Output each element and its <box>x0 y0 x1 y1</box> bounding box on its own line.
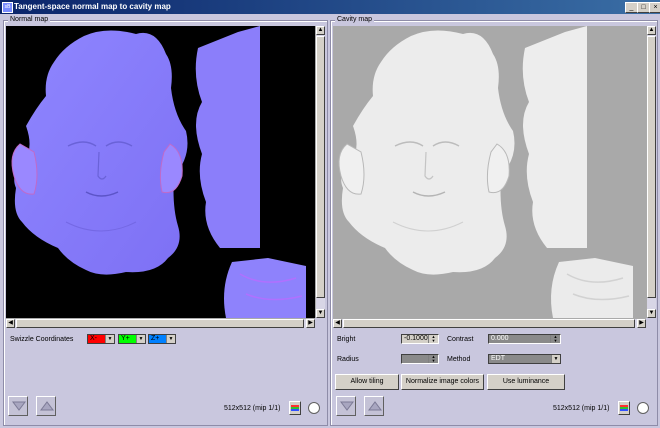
channels-button[interactable] <box>618 401 630 415</box>
spin-arrows-icon[interactable]: ▲ ▼ <box>550 335 560 343</box>
spin-arrows-icon[interactable]: ▲ ▼ <box>428 355 438 363</box>
chevron-down-icon: ▼ <box>105 335 114 343</box>
vscroll-thumb[interactable] <box>647 36 656 298</box>
up-button[interactable] <box>36 396 56 416</box>
use-luminance-button[interactable]: Use luminance <box>487 374 565 390</box>
window-title: Tangent-space normal map to cavity map <box>14 2 171 11</box>
down-arrow-icon <box>12 401 26 411</box>
bright-spinner[interactable]: -0.1000 ▲ ▼ <box>401 334 439 344</box>
swizzle-x-value: X- <box>90 335 97 342</box>
cavity-map-status: 512x512 (mip 1/1) <box>553 405 610 412</box>
normal-map-view[interactable] <box>6 26 315 318</box>
normal-map-vscroll[interactable]: ▲ ▼ <box>315 26 325 318</box>
contrast-spinner[interactable]: 0.000 ▲ ▼ <box>488 334 561 344</box>
scroll-left-icon[interactable]: ◀ <box>333 319 342 328</box>
scroll-right-icon[interactable]: ▶ <box>637 319 646 328</box>
color-bars-icon <box>291 405 299 411</box>
hscroll-thumb[interactable] <box>343 319 635 328</box>
radius-label: Radius <box>337 356 359 363</box>
chevron-down-icon: ▼ <box>551 355 560 363</box>
contrast-value: 0.000 <box>491 335 509 342</box>
cavity-map-view[interactable] <box>333 26 646 318</box>
scroll-right-icon[interactable]: ▶ <box>306 319 315 328</box>
bright-label: Bright <box>337 336 356 343</box>
swizzle-y-select[interactable]: Y+ ▼ <box>118 334 146 344</box>
bright-value: -0.1000 <box>404 335 428 342</box>
allow-tiling-button[interactable]: Allow tiling <box>335 374 399 390</box>
scroll-left-icon[interactable]: ◀ <box>6 319 15 328</box>
radius-spinner[interactable]: ▲ ▼ <box>401 354 439 364</box>
down-arrow-icon <box>340 401 354 411</box>
hscroll-thumb[interactable] <box>16 319 304 328</box>
swizzle-label: Swizzle Coordinates <box>10 336 74 343</box>
circle-icon[interactable] <box>308 402 320 414</box>
method-value: EDT <box>491 355 505 362</box>
title-bar: sB Tangent-space normal map to cavity ma… <box>0 0 660 14</box>
chevron-down-icon: ▼ <box>136 335 145 343</box>
up-arrow-icon <box>368 401 382 411</box>
normal-map-label: Normal map <box>8 16 51 23</box>
scroll-up-icon[interactable]: ▲ <box>316 26 325 35</box>
normal-map-hscroll[interactable]: ◀ ▶ <box>6 318 315 328</box>
scroll-down-icon[interactable]: ▼ <box>316 309 325 318</box>
normal-map-status: 512x512 (mip 1/1) <box>224 405 281 412</box>
up-button[interactable] <box>364 396 384 416</box>
scroll-down-icon[interactable]: ▼ <box>647 309 656 318</box>
normalize-colors-button[interactable]: Normalize image colors <box>401 374 484 390</box>
swizzle-x-select[interactable]: X- ▼ <box>87 334 115 344</box>
down-button[interactable] <box>336 396 356 416</box>
swizzle-z-value: Z+ <box>151 335 160 342</box>
down-button[interactable] <box>8 396 28 416</box>
contrast-label: Contrast <box>447 336 474 343</box>
method-label: Method <box>447 356 471 363</box>
close-button[interactable]: × <box>649 2 660 13</box>
swizzle-z-select[interactable]: Z+ ▼ <box>148 334 176 344</box>
cavity-map-label: Cavity map <box>335 16 375 23</box>
channels-button[interactable] <box>289 401 301 415</box>
color-bars-icon <box>620 405 628 411</box>
vscroll-thumb[interactable] <box>316 36 325 298</box>
up-arrow-icon <box>40 401 54 411</box>
circle-icon[interactable] <box>637 402 649 414</box>
chevron-down-icon: ▼ <box>166 335 175 343</box>
cavity-map-vscroll[interactable]: ▲ ▼ <box>646 26 656 318</box>
method-select[interactable]: EDT ▼ <box>488 354 561 364</box>
swizzle-y-value: Y+ <box>121 335 130 342</box>
cavity-map-hscroll[interactable]: ◀ ▶ <box>333 318 646 328</box>
app-icon: sB <box>2 2 13 13</box>
scroll-up-icon[interactable]: ▲ <box>647 26 656 35</box>
spin-arrows-icon[interactable]: ▲ ▼ <box>428 335 438 343</box>
